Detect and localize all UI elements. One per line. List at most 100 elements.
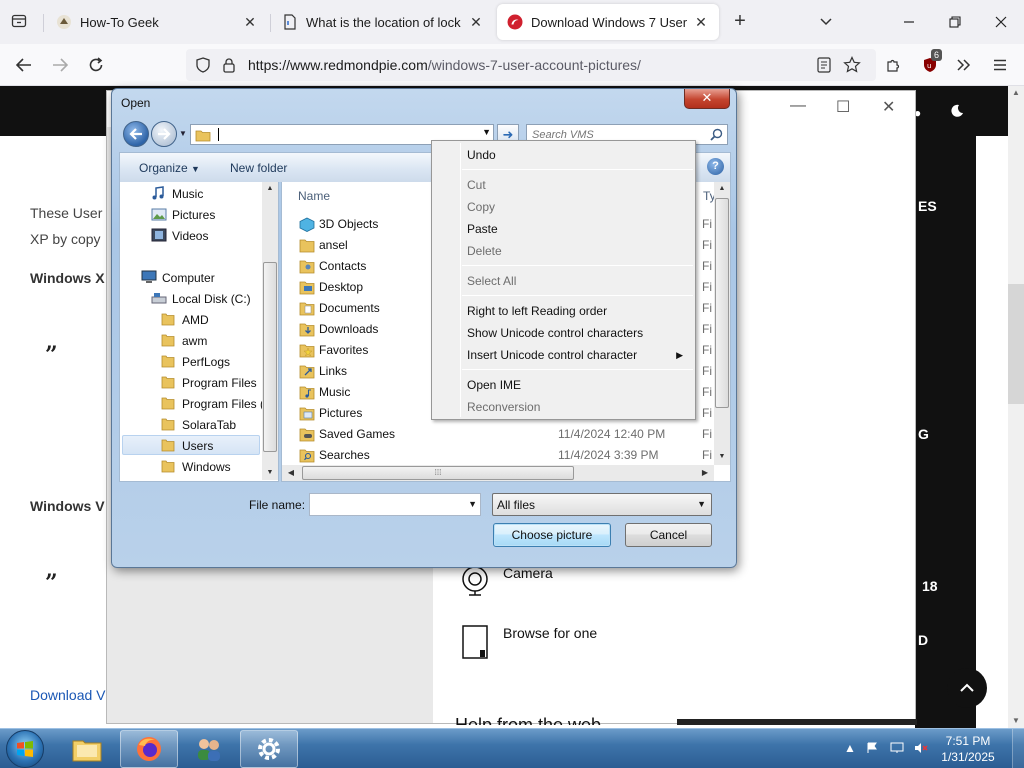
page-scrollbar-thumb[interactable] bbox=[1008, 284, 1024, 404]
minimize-icon[interactable] bbox=[897, 10, 921, 34]
search-icon[interactable] bbox=[710, 128, 723, 144]
back-arrow-icon[interactable] bbox=[11, 53, 37, 77]
scroll-up-arrow-icon[interactable]: ▲ bbox=[1008, 86, 1024, 100]
ublock-origin-icon[interactable]: u 6 bbox=[919, 49, 943, 76]
file-row[interactable]: Searches 11/4/2024 3:39 PM Fi bbox=[282, 445, 712, 466]
scroll-down-arrow-icon[interactable]: ▼ bbox=[262, 466, 278, 480]
close-tab-icon[interactable]: ✕ bbox=[468, 14, 484, 30]
action-center-flag-icon[interactable] bbox=[864, 740, 880, 756]
tab-lock-screen-question[interactable]: What is the location of lock scre ✕ bbox=[272, 0, 494, 44]
menu-item-undo[interactable]: Undo bbox=[434, 144, 693, 166]
menu-item-copy[interactable]: Copy bbox=[434, 196, 693, 218]
show-desktop-button[interactable] bbox=[1012, 729, 1024, 768]
dark-mode-moon-icon[interactable] bbox=[950, 104, 964, 121]
menu-item-select-all[interactable]: Select All bbox=[434, 270, 693, 292]
reader-view-icon[interactable] bbox=[814, 55, 834, 75]
tree-item-users[interactable]: Users bbox=[122, 435, 260, 455]
reload-icon[interactable] bbox=[83, 53, 109, 77]
tab-how-to-geek[interactable]: How-To Geek ✕ bbox=[46, 0, 268, 44]
back-to-top-button[interactable] bbox=[947, 668, 987, 708]
menu-item-insert-unicode[interactable]: Insert Unicode control character ▶ bbox=[434, 344, 693, 366]
address-dropdown-icon[interactable]: ▼ bbox=[482, 127, 491, 137]
tree-item-solaratab[interactable]: SolaraTab bbox=[161, 415, 236, 435]
file-list-hscrollbar[interactable]: ◀ ⁞⁞⁞ ▶ bbox=[282, 465, 714, 481]
menu-item-show-unicode[interactable]: Show Unicode control characters bbox=[434, 322, 693, 344]
close-window-icon[interactable]: ✕ bbox=[882, 97, 895, 117]
close-tab-icon[interactable]: ✕ bbox=[242, 14, 258, 30]
name-column-header[interactable]: Name bbox=[298, 184, 330, 208]
organize-button[interactable]: Organize ▼ bbox=[139, 161, 200, 175]
tree-item-videos[interactable]: Videos bbox=[151, 226, 208, 246]
start-button[interactable] bbox=[6, 730, 44, 768]
taskbar-users-button[interactable] bbox=[180, 730, 238, 768]
forward-arrow-icon[interactable] bbox=[47, 53, 73, 77]
new-folder-button[interactable]: New folder bbox=[230, 161, 287, 175]
tree-item-local-disk[interactable]: Local Disk (C:) bbox=[151, 289, 251, 309]
tree-item-awm[interactable]: awm bbox=[161, 331, 207, 351]
scroll-up-arrow-icon[interactable]: ▲ bbox=[714, 182, 730, 196]
tree-scrollbar[interactable]: ▲ ▼ bbox=[262, 182, 278, 480]
scroll-up-arrow-icon[interactable]: ▲ bbox=[262, 182, 278, 196]
file-list-scrollbar-thumb[interactable] bbox=[715, 198, 729, 408]
file-name-combobox[interactable]: ▼ bbox=[309, 493, 481, 516]
taskbar-settings-button[interactable] bbox=[240, 730, 298, 768]
dialog-close-button[interactable]: ✕ bbox=[684, 89, 730, 109]
maximize-icon[interactable]: ☐ bbox=[836, 97, 850, 117]
minimize-icon[interactable]: — bbox=[790, 97, 806, 115]
tree-item-music[interactable]: Music bbox=[151, 184, 203, 204]
tree-scrollbar-thumb[interactable] bbox=[263, 262, 277, 452]
tree-item-amd[interactable]: AMD bbox=[161, 310, 209, 330]
system-clock[interactable]: 7:51 PM 1/31/2025 bbox=[938, 733, 998, 765]
file-list-scrollbar[interactable]: ▲ ▼ bbox=[714, 182, 730, 465]
tree-item-perflogs[interactable]: PerfLogs bbox=[161, 352, 230, 372]
recent-locations-dropdown-icon[interactable]: ▼ bbox=[179, 129, 187, 138]
page-scrollbar[interactable]: ▲ ▼ bbox=[1008, 86, 1024, 728]
file-row[interactable]: Saved Games 11/4/2024 12:40 PM Fi bbox=[282, 424, 712, 445]
tab-download-windows7[interactable]: Download Windows 7 User Acco ✕ bbox=[497, 4, 719, 40]
file-type-select[interactable]: All files ▼ bbox=[492, 493, 712, 516]
taskbar-explorer-button[interactable] bbox=[58, 730, 116, 768]
scroll-right-arrow-icon[interactable]: ▶ bbox=[698, 466, 712, 480]
bookmark-star-icon[interactable] bbox=[842, 55, 862, 75]
file-name-input[interactable] bbox=[313, 497, 463, 512]
help-icon[interactable]: ? bbox=[707, 158, 724, 175]
tree-item-program-files[interactable]: Program Files bbox=[161, 373, 257, 393]
menu-item-open-ime[interactable]: Open IME bbox=[434, 374, 693, 396]
firefox-view-icon[interactable] bbox=[8, 10, 30, 32]
menu-item-reconversion[interactable]: Reconversion bbox=[434, 396, 693, 418]
close-window-icon[interactable] bbox=[989, 10, 1013, 34]
menu-item-delete[interactable]: Delete bbox=[434, 240, 693, 262]
taskbar-firefox-button[interactable] bbox=[120, 730, 178, 768]
hamburger-menu-icon[interactable] bbox=[989, 54, 1011, 76]
forward-button[interactable] bbox=[151, 121, 177, 147]
hscrollbar-thumb[interactable]: ⁞⁞⁞ bbox=[302, 466, 574, 480]
show-hidden-icons-icon[interactable]: ▲ bbox=[842, 740, 858, 756]
address-bar[interactable]: https://www.redmondpie.com/windows-7-use… bbox=[186, 49, 876, 81]
tracking-shield-icon[interactable] bbox=[194, 56, 212, 74]
new-tab-button[interactable]: + bbox=[729, 11, 751, 33]
scroll-down-arrow-icon[interactable]: ▼ bbox=[714, 450, 730, 464]
tree-item-program-files-x86[interactable]: Program Files ( bbox=[161, 394, 264, 414]
browse-option[interactable]: Browse for one bbox=[503, 625, 597, 641]
scroll-left-arrow-icon[interactable]: ◀ bbox=[284, 466, 298, 480]
choose-picture-button[interactable]: Choose picture bbox=[493, 523, 611, 547]
cancel-button[interactable]: Cancel bbox=[625, 523, 712, 547]
close-tab-icon[interactable]: ✕ bbox=[693, 14, 709, 30]
list-all-tabs-icon[interactable] bbox=[815, 12, 837, 32]
more-tools-chevron-icon[interactable] bbox=[953, 54, 975, 76]
network-icon[interactable] bbox=[889, 740, 905, 756]
menu-item-paste[interactable]: Paste bbox=[434, 218, 693, 240]
extensions-puzzle-icon[interactable] bbox=[882, 54, 904, 76]
scroll-down-arrow-icon[interactable]: ▼ bbox=[1008, 714, 1024, 728]
menu-item-cut[interactable]: Cut bbox=[434, 174, 693, 196]
chevron-down-icon[interactable]: ▼ bbox=[468, 499, 477, 509]
back-button[interactable] bbox=[123, 121, 149, 147]
lock-icon[interactable] bbox=[220, 56, 238, 74]
volume-muted-icon[interactable] bbox=[913, 740, 929, 756]
menu-item-rtl-reading-order[interactable]: Right to left Reading order bbox=[434, 300, 693, 322]
restore-icon[interactable] bbox=[943, 10, 967, 34]
tree-item-pictures[interactable]: Pictures bbox=[151, 205, 215, 225]
tree-item-windows[interactable]: Windows bbox=[161, 457, 231, 477]
tree-item-computer[interactable]: Computer bbox=[141, 268, 215, 288]
download-link[interactable]: Download V bbox=[30, 687, 106, 703]
